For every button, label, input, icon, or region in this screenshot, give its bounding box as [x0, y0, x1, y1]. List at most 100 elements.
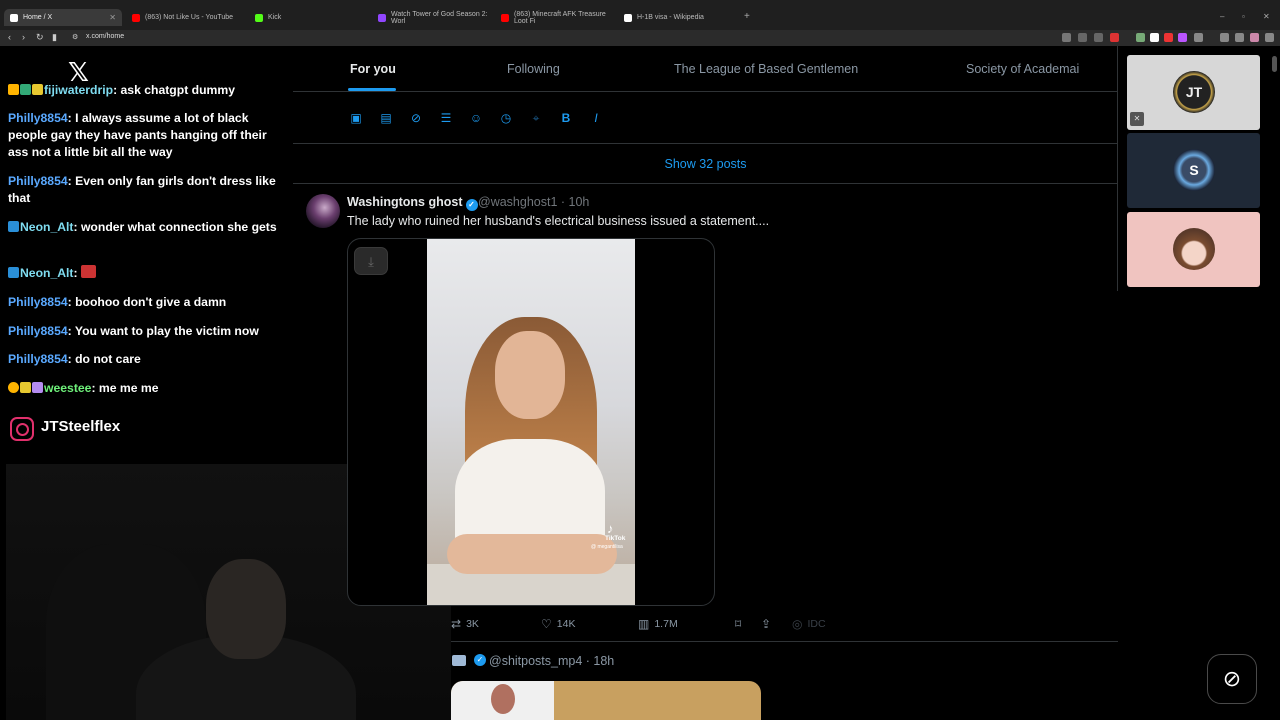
participant-cam-3[interactable]: [1127, 212, 1260, 287]
extension-icon[interactable]: [1164, 33, 1173, 42]
post-author-name[interactable]: Washingtons ghost ✓: [347, 195, 478, 211]
retweet-icon: ⇄: [451, 617, 462, 631]
minimize-icon[interactable]: –: [1220, 12, 1224, 21]
chat-message: weestee: me me me: [8, 380, 284, 397]
tab-label: Kick: [268, 14, 282, 21]
tab-youtube[interactable]: (863) Not Like Us - YouTube: [126, 9, 244, 26]
video-subject-hands: [447, 534, 617, 574]
chat-text: : wonder what connection she gets: [73, 220, 277, 234]
tab-kick[interactable]: Kick: [249, 9, 367, 26]
avatar[interactable]: [452, 655, 466, 666]
extensions-menu-icon[interactable]: [1220, 33, 1229, 42]
chat-message: Philly8854: boohoo don't give a damn: [8, 294, 284, 311]
tab-following[interactable]: Following: [507, 62, 560, 76]
x-extension-icon[interactable]: [1150, 33, 1159, 42]
extension-icon[interactable]: [1110, 33, 1119, 42]
video-subject-face: [495, 331, 565, 419]
back-icon[interactable]: ‹: [8, 32, 11, 42]
extension-icon[interactable]: [1178, 33, 1187, 42]
poll-icon[interactable]: ☰: [439, 111, 453, 125]
scrollbar[interactable]: [1272, 56, 1277, 72]
tab-society-of-academai[interactable]: Society of Academai: [966, 62, 1079, 76]
tab-tower-of-god[interactable]: Watch Tower of God Season 2: Worl: [372, 9, 490, 26]
kick-favicon-icon: [255, 13, 263, 22]
gif-icon[interactable]: ▤: [379, 111, 393, 125]
view-count: 1.7M: [654, 618, 678, 630]
tab-label: (863) Minecraft AFK Treasure Loot Fi: [514, 10, 606, 25]
chat-text: : You want to play the victim now: [67, 324, 259, 338]
forward-icon[interactable]: ›: [22, 32, 25, 42]
post-divider: [451, 641, 1118, 642]
emoji-icon[interactable]: ☺: [469, 111, 483, 125]
instagram-icon: [10, 417, 34, 441]
grok-icon: ◎: [792, 617, 803, 631]
bookmark-button[interactable]: ⌑: [735, 617, 746, 631]
chat-username: Philly8854: [8, 295, 68, 309]
image-icon[interactable]: ▣: [349, 111, 363, 125]
tab-for-you[interactable]: For you: [350, 62, 396, 76]
like-button[interactable]: ♡ 14K: [541, 617, 575, 631]
views-button[interactable]: ▥ 1.7M: [638, 617, 678, 631]
schedule-icon[interactable]: ◷: [499, 111, 513, 125]
post-text: The lady who ruined her husband's electr…: [347, 214, 770, 228]
tab-minecraft[interactable]: (863) Minecraft AFK Treasure Loot Fi: [495, 9, 613, 26]
tiktok-username: @ megantilisa: [591, 544, 623, 550]
bookmark-icon: ⌑: [735, 617, 742, 631]
close-tab-icon[interactable]: ✕: [109, 13, 116, 22]
profile-icon[interactable]: [1250, 33, 1259, 42]
extension-icon[interactable]: [1062, 33, 1071, 42]
bookmark-icon[interactable]: ▮: [52, 32, 57, 43]
chat-message: Neon_Alt:: [8, 265, 284, 282]
x-favicon-icon: [10, 13, 18, 22]
tab-wikipedia[interactable]: H-1B visa - Wikipedia: [618, 9, 736, 26]
participant-cam-1[interactable]: JT ✕: [1127, 55, 1260, 130]
chat-text: : me me me: [91, 381, 159, 395]
grok-extension-button[interactable]: ◎ IDC: [792, 617, 826, 631]
url-field[interactable]: x.com/home: [86, 33, 124, 40]
grok-floating-button[interactable]: ⊘: [1207, 654, 1257, 704]
close-window-icon[interactable]: ✕: [1263, 12, 1270, 21]
share-button[interactable]: ⇪: [761, 617, 776, 631]
heart-icon: ♡: [541, 617, 552, 631]
chat-username: weestee: [44, 381, 92, 395]
post-media[interactable]: [451, 681, 761, 720]
maximize-icon[interactable]: ▫: [1242, 12, 1245, 21]
avatar: S: [1173, 149, 1215, 191]
extension-icon[interactable]: [1136, 33, 1145, 42]
share-icon[interactable]: [1094, 33, 1103, 42]
retweet-button[interactable]: ⇄ 3K: [451, 617, 479, 631]
sidebar-icon[interactable]: [1235, 33, 1244, 42]
post-handle[interactable]: @shitposts_mp4 · 18h: [489, 654, 614, 668]
menu-icon[interactable]: [1265, 33, 1274, 42]
new-tab-icon[interactable]: +: [744, 11, 750, 22]
show-new-posts-button[interactable]: Show 32 posts: [293, 144, 1118, 184]
tiktok-watermark: TikTok: [605, 535, 626, 542]
chat-message: Philly8854: I always assume a lot of bla…: [8, 110, 284, 161]
site-info-icon[interactable]: ⚙: [72, 33, 78, 41]
participant-cam-2[interactable]: S: [1127, 133, 1260, 208]
arrow-badge-icon: [8, 267, 19, 278]
post-handle[interactable]: @washghost1 · 10h: [478, 195, 589, 209]
badge-icon: [32, 84, 43, 95]
location-icon[interactable]: ⌖: [529, 111, 543, 125]
download-icon[interactable]: ⤓: [354, 247, 388, 275]
chat-username: Neon_Alt: [20, 220, 74, 234]
zoom-icon[interactable]: [1078, 33, 1087, 42]
grok-icon[interactable]: ⊘: [409, 111, 423, 125]
bold-icon[interactable]: B: [559, 111, 573, 125]
chat-username: Philly8854: [8, 174, 68, 188]
reload-icon[interactable]: ↻: [36, 32, 44, 43]
video-frame[interactable]: ♪ TikTok @ megantilisa: [427, 239, 635, 605]
instagram-handle: JTSteelflex: [41, 418, 121, 435]
post-video[interactable]: ⤓ ♪ TikTok @ megantilisa: [347, 238, 715, 606]
tab-home-x[interactable]: Home / X ✕: [4, 9, 122, 26]
tab-league-of-based-gentlemen[interactable]: The League of Based Gentlemen: [674, 62, 858, 76]
italic-icon[interactable]: I: [589, 111, 603, 125]
chat-text: : boohoo don't give a damn: [67, 295, 227, 309]
chat-message: Philly8854: You want to play the victim …: [8, 323, 284, 340]
chat-message: fijiwaterdrip: ask chatgpt dummy: [8, 82, 284, 99]
avatar[interactable]: [306, 194, 340, 228]
badge-icon: [20, 84, 31, 95]
browser-tab-bar: Home / X ✕ (863) Not Like Us - YouTube K…: [0, 0, 1280, 30]
extension-icon[interactable]: [1194, 33, 1203, 42]
